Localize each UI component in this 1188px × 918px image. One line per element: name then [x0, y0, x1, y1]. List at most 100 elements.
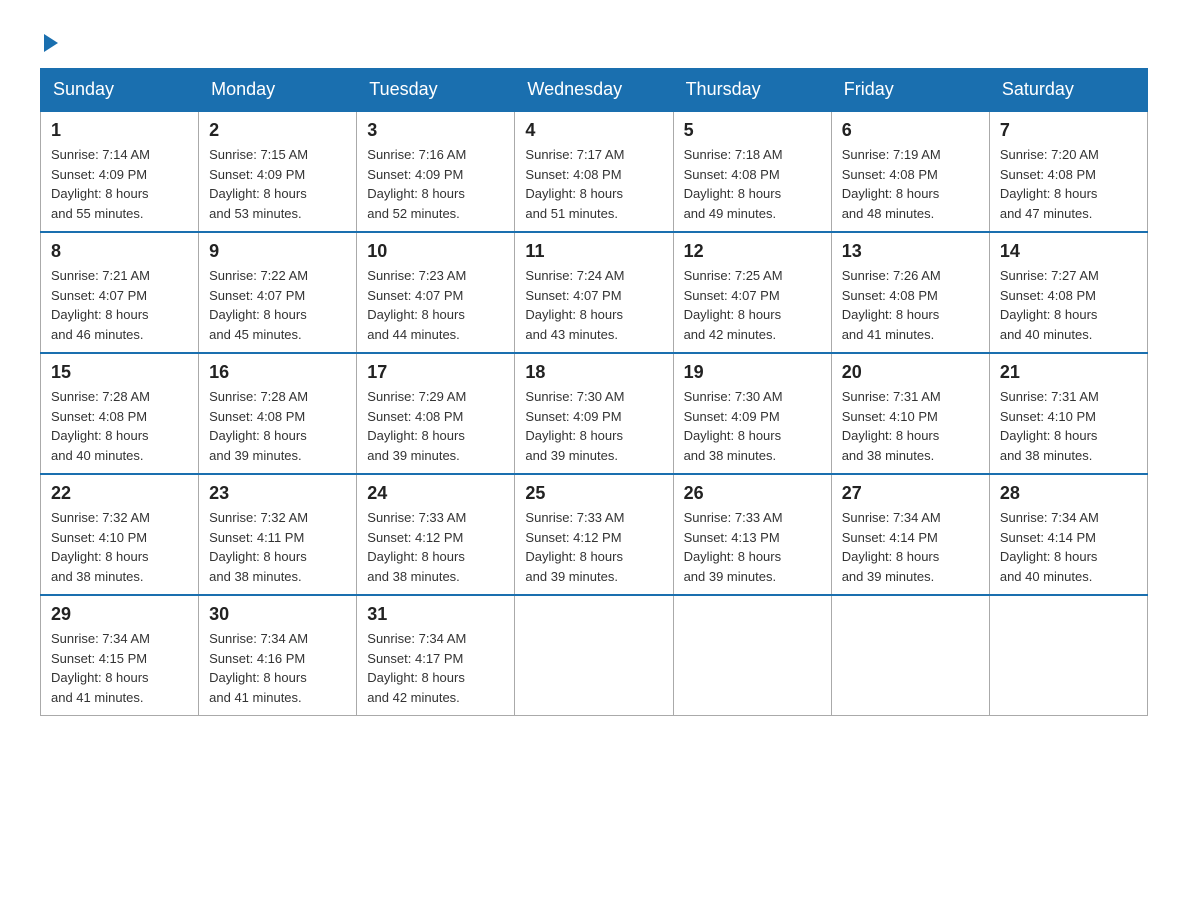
day-number: 22	[51, 483, 188, 504]
day-info: Sunrise: 7:33 AMSunset: 4:12 PMDaylight:…	[367, 508, 504, 586]
week-row-5: 29Sunrise: 7:34 AMSunset: 4:15 PMDayligh…	[41, 595, 1148, 716]
day-number: 6	[842, 120, 979, 141]
logo-arrow-icon	[44, 34, 58, 52]
day-info: Sunrise: 7:21 AMSunset: 4:07 PMDaylight:…	[51, 266, 188, 344]
calendar-cell: 20Sunrise: 7:31 AMSunset: 4:10 PMDayligh…	[831, 353, 989, 474]
calendar-cell: 15 Sunrise: 7:28 AMSunset: 4:08 PMDayligh…	[41, 353, 199, 474]
logo	[40, 30, 58, 48]
day-number: 17	[367, 362, 504, 383]
day-info: Sunrise: 7:25 AMSunset: 4:07 PMDaylight:…	[684, 266, 821, 344]
day-info: Sunrise: 7:31 AMSunset: 4:10 PMDaylight:…	[842, 387, 979, 465]
day-number: 16	[209, 362, 346, 383]
day-number: 3	[367, 120, 504, 141]
day-number: 27	[842, 483, 979, 504]
calendar-cell: 12 Sunrise: 7:25 AMSunset: 4:07 PMDayligh…	[673, 232, 831, 353]
day-info: Sunrise: 7:22 AMSunset: 4:07 PMDaylight:…	[209, 266, 346, 344]
day-info: Sunrise: 7:30 AMSunset: 4:09 PMDaylight:…	[684, 387, 821, 465]
calendar-cell: 27 Sunrise: 7:34 AMSunset: 4:14 PMDayligh…	[831, 474, 989, 595]
calendar-cell: 16 Sunrise: 7:28 AMSunset: 4:08 PMDayligh…	[199, 353, 357, 474]
calendar-cell: 3 Sunrise: 7:16 AMSunset: 4:09 PMDaylight…	[357, 111, 515, 232]
day-number: 25	[525, 483, 662, 504]
day-info: Sunrise: 7:18 AMSunset: 4:08 PMDaylight:…	[684, 145, 821, 223]
day-info: Sunrise: 7:29 AMSunset: 4:08 PMDaylight:…	[367, 387, 504, 465]
week-row-3: 15 Sunrise: 7:28 AMSunset: 4:08 PMDayligh…	[41, 353, 1148, 474]
day-info: Sunrise: 7:19 AMSunset: 4:08 PMDaylight:…	[842, 145, 979, 223]
day-info: Sunrise: 7:14 AMSunset: 4:09 PMDaylight:…	[51, 145, 188, 223]
day-info: Sunrise: 7:26 AMSunset: 4:08 PMDaylight:…	[842, 266, 979, 344]
calendar-cell: 11 Sunrise: 7:24 AMSunset: 4:07 PMDayligh…	[515, 232, 673, 353]
day-info: Sunrise: 7:30 AMSunset: 4:09 PMDaylight:…	[525, 387, 662, 465]
calendar-cell: 6 Sunrise: 7:19 AMSunset: 4:08 PMDaylight…	[831, 111, 989, 232]
calendar-cell: 7 Sunrise: 7:20 AMSunset: 4:08 PMDaylight…	[989, 111, 1147, 232]
calendar-table: SundayMondayTuesdayWednesdayThursdayFrid…	[40, 68, 1148, 716]
day-info: Sunrise: 7:24 AMSunset: 4:07 PMDaylight:…	[525, 266, 662, 344]
calendar-cell: 30Sunrise: 7:34 AMSunset: 4:16 PMDayligh…	[199, 595, 357, 716]
day-info: Sunrise: 7:20 AMSunset: 4:08 PMDaylight:…	[1000, 145, 1137, 223]
day-number: 5	[684, 120, 821, 141]
day-info: Sunrise: 7:28 AMSunset: 4:08 PMDaylight:…	[51, 387, 188, 465]
calendar-cell: 5 Sunrise: 7:18 AMSunset: 4:08 PMDaylight…	[673, 111, 831, 232]
day-info: Sunrise: 7:27 AMSunset: 4:08 PMDaylight:…	[1000, 266, 1137, 344]
column-header-saturday: Saturday	[989, 69, 1147, 112]
calendar-cell: 10 Sunrise: 7:23 AMSunset: 4:07 PMDayligh…	[357, 232, 515, 353]
calendar-cell: 19 Sunrise: 7:30 AMSunset: 4:09 PMDayligh…	[673, 353, 831, 474]
week-row-2: 8Sunrise: 7:21 AMSunset: 4:07 PMDaylight…	[41, 232, 1148, 353]
column-header-monday: Monday	[199, 69, 357, 112]
calendar-cell: 24 Sunrise: 7:33 AMSunset: 4:12 PMDayligh…	[357, 474, 515, 595]
calendar-cell: 13 Sunrise: 7:26 AMSunset: 4:08 PMDayligh…	[831, 232, 989, 353]
calendar-cell: 23 Sunrise: 7:32 AMSunset: 4:11 PMDayligh…	[199, 474, 357, 595]
page-header	[40, 30, 1148, 48]
calendar-cell: 8Sunrise: 7:21 AMSunset: 4:07 PMDaylight…	[41, 232, 199, 353]
day-number: 23	[209, 483, 346, 504]
day-number: 21	[1000, 362, 1137, 383]
calendar-cell: 28 Sunrise: 7:34 AMSunset: 4:14 PMDayligh…	[989, 474, 1147, 595]
calendar-cell: 21 Sunrise: 7:31 AMSunset: 4:10 PMDayligh…	[989, 353, 1147, 474]
calendar-cell: 29Sunrise: 7:34 AMSunset: 4:15 PMDayligh…	[41, 595, 199, 716]
calendar-cell: 22Sunrise: 7:32 AMSunset: 4:10 PMDayligh…	[41, 474, 199, 595]
calendar-cell: 25 Sunrise: 7:33 AMSunset: 4:12 PMDayligh…	[515, 474, 673, 595]
column-header-friday: Friday	[831, 69, 989, 112]
day-number: 11	[525, 241, 662, 262]
calendar-cell: 9Sunrise: 7:22 AMSunset: 4:07 PMDaylight…	[199, 232, 357, 353]
column-header-thursday: Thursday	[673, 69, 831, 112]
calendar-cell: 1 Sunrise: 7:14 AMSunset: 4:09 PMDaylight…	[41, 111, 199, 232]
day-number: 19	[684, 362, 821, 383]
calendar-cell	[673, 595, 831, 716]
day-number: 14	[1000, 241, 1137, 262]
calendar-cell: 31 Sunrise: 7:34 AMSunset: 4:17 PMDayligh…	[357, 595, 515, 716]
day-info: Sunrise: 7:31 AMSunset: 4:10 PMDaylight:…	[1000, 387, 1137, 465]
day-info: Sunrise: 7:17 AMSunset: 4:08 PMDaylight:…	[525, 145, 662, 223]
day-number: 15	[51, 362, 188, 383]
day-number: 24	[367, 483, 504, 504]
day-number: 12	[684, 241, 821, 262]
day-info: Sunrise: 7:16 AMSunset: 4:09 PMDaylight:…	[367, 145, 504, 223]
calendar-cell: 18 Sunrise: 7:30 AMSunset: 4:09 PMDayligh…	[515, 353, 673, 474]
week-row-1: 1 Sunrise: 7:14 AMSunset: 4:09 PMDaylight…	[41, 111, 1148, 232]
day-info: Sunrise: 7:28 AMSunset: 4:08 PMDaylight:…	[209, 387, 346, 465]
day-number: 18	[525, 362, 662, 383]
calendar-cell: 17 Sunrise: 7:29 AMSunset: 4:08 PMDayligh…	[357, 353, 515, 474]
column-header-tuesday: Tuesday	[357, 69, 515, 112]
day-info: Sunrise: 7:23 AMSunset: 4:07 PMDaylight:…	[367, 266, 504, 344]
day-info: Sunrise: 7:33 AMSunset: 4:12 PMDaylight:…	[525, 508, 662, 586]
day-number: 1	[51, 120, 188, 141]
day-info: Sunrise: 7:34 AMSunset: 4:14 PMDaylight:…	[1000, 508, 1137, 586]
day-number: 31	[367, 604, 504, 625]
day-info: Sunrise: 7:34 AMSunset: 4:14 PMDaylight:…	[842, 508, 979, 586]
calendar-cell: 2Sunrise: 7:15 AMSunset: 4:09 PMDaylight…	[199, 111, 357, 232]
day-info: Sunrise: 7:32 AMSunset: 4:11 PMDaylight:…	[209, 508, 346, 586]
day-number: 29	[51, 604, 188, 625]
day-number: 26	[684, 483, 821, 504]
day-number: 30	[209, 604, 346, 625]
day-info: Sunrise: 7:34 AMSunset: 4:17 PMDaylight:…	[367, 629, 504, 707]
calendar-cell	[515, 595, 673, 716]
day-number: 2	[209, 120, 346, 141]
day-number: 13	[842, 241, 979, 262]
column-header-wednesday: Wednesday	[515, 69, 673, 112]
day-number: 7	[1000, 120, 1137, 141]
column-header-sunday: Sunday	[41, 69, 199, 112]
calendar-cell	[831, 595, 989, 716]
day-number: 10	[367, 241, 504, 262]
calendar-cell	[989, 595, 1147, 716]
day-number: 28	[1000, 483, 1137, 504]
